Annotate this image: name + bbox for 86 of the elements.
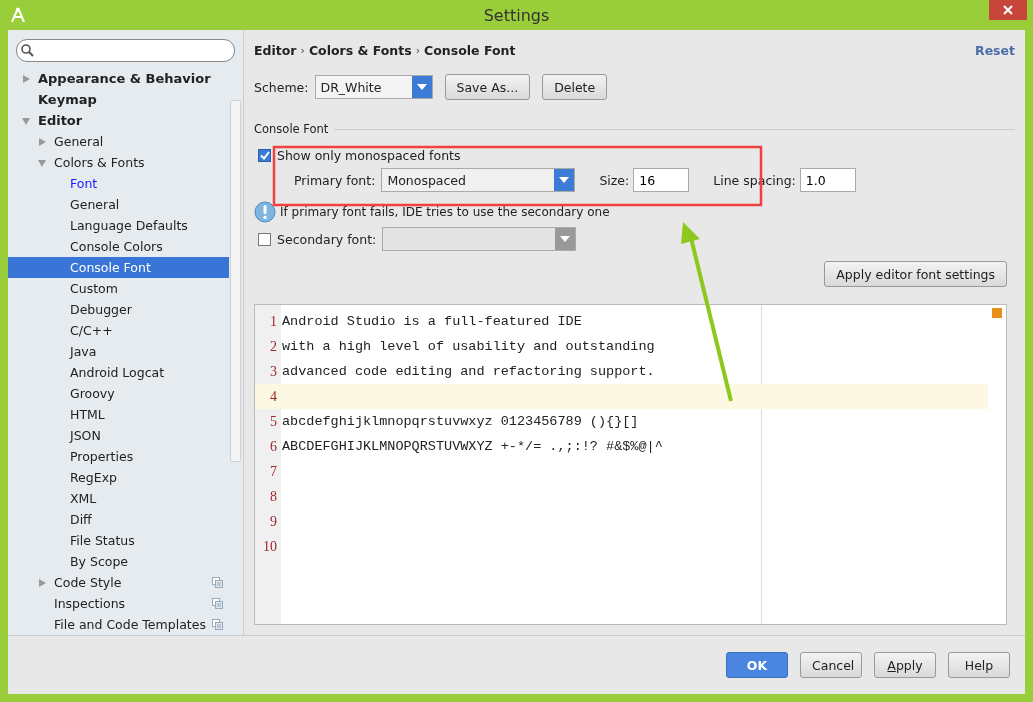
tree-item[interactable]: Custom [8,278,229,299]
expanded-arrow-icon[interactable] [38,158,46,167]
collapsed-arrow-icon[interactable] [38,137,46,146]
line-number: 4 [269,388,278,405]
size-label: Size: [599,172,630,188]
ok-button[interactable]: OK [726,652,788,678]
breadcrumb-item: Colors & Fonts [308,42,412,58]
secondary-font-label: Secondary font: [277,231,377,247]
scheme-dropdown[interactable]: DR_White [314,75,433,99]
tree-item[interactable]: C/C++ [8,320,229,341]
scheme-button[interactable]: Delete [542,74,608,100]
line-number: 7 [269,463,278,480]
expanded-arrow-icon[interactable] [22,116,30,125]
dropdown-arrow-icon [416,84,427,90]
checkbox[interactable] [258,232,271,246]
dialog-button[interactable]: Help [948,652,1010,678]
tree-item[interactable]: Android Logcat [8,362,229,383]
line-number: 3 [269,363,278,380]
code-line: abcdefghijklmnopqrstuvwxyz 0123456789 (){}[] [281,414,639,429]
search-icon [21,44,34,57]
code-line: advanced code editing and refactoring support. [281,364,655,379]
tree-item[interactable]: Font [8,173,229,194]
app-icon [10,7,26,23]
tree-item[interactable]: Editor [8,110,229,131]
code-line: with a high level of usability and outstanding [281,339,655,354]
scrollbar[interactable] [230,100,241,462]
tree-item[interactable]: File and Code Templates [8,614,229,635]
checkbox-label: Show only monospaced fonts [277,148,461,163]
primary-font-label: Primary font: [294,172,376,188]
tree-item[interactable]: JSON [8,425,229,446]
tree-item[interactable]: Java [8,341,229,362]
dialog-button[interactable]: Cancel [800,652,862,678]
line-number: 6 [269,438,278,455]
tree-item[interactable]: Debugger [8,299,229,320]
tree-item[interactable]: By Scope [8,551,229,572]
reset-link[interactable]: Reset [975,42,1015,58]
dropdown-arrow-icon [559,177,570,183]
collapsed-arrow-icon[interactable] [22,74,30,83]
primary-font-dropdown[interactable]: Monospaced [381,168,576,192]
window-title: Settings [483,5,550,25]
tree-item[interactable]: Diff [8,509,229,530]
tree-item[interactable]: Code Style [8,572,229,593]
line-number: 8 [269,488,278,505]
info-text: If primary font fails, IDE tries to use the secondary one [280,205,610,219]
close-icon [1003,5,1013,15]
code-line: Android Studio is a full-featured IDE [281,314,582,329]
line-number: 9 [269,513,278,530]
tree-item[interactable]: Language Defaults [8,215,229,236]
breadcrumb-item: Console Font [424,42,516,58]
info-icon [254,201,276,223]
tree-item[interactable]: Appearance & Behavior [8,68,229,89]
tree-item[interactable]: RegExp [8,467,229,488]
tree-item[interactable]: General [8,131,229,152]
close-button[interactable] [989,0,1027,20]
tree-item[interactable]: General [8,194,229,215]
line-number: 2 [269,338,278,355]
dialog-button[interactable]: Apply [874,652,936,678]
tree-item[interactable]: Console Colors [8,236,229,257]
breadcrumb-item: Editor [254,42,297,58]
breadcrumb-separator: › [300,43,305,57]
collapsed-arrow-icon[interactable] [38,578,46,587]
tree-item[interactable]: Console Font [8,257,229,278]
search-field[interactable] [16,39,235,62]
scheme-button[interactable]: Save As... [444,74,531,100]
tree-item[interactable]: Keymap [8,89,229,110]
line-spacing-field[interactable]: 1.0 [799,168,856,192]
status-marker-icon [992,308,1002,318]
apply-editor-font-button[interactable]: Apply editor font settings [824,261,1007,287]
scheme-label: Scheme: [254,79,309,95]
checkbox[interactable] [258,149,271,162]
dropdown-arrow-icon [560,236,571,242]
tree-item[interactable]: File Status [8,530,229,551]
secondary-font-dropdown[interactable] [382,227,577,251]
tree-item[interactable]: HTML [8,404,229,425]
tree-item[interactable]: Colors & Fonts [8,152,229,173]
size-field[interactable]: 16 [633,168,690,192]
line-number: 1 [269,313,278,330]
code-line: ABCDEFGHIJKLMNOPQRSTUVWXYZ +-*/= .,;:!? #&$%@|^ [281,439,663,454]
breadcrumb-separator: › [415,43,421,57]
line-number: 5 [269,413,278,430]
tree-item[interactable]: XML [8,488,229,509]
line-number: 10 [262,538,278,555]
section-title: Console Font [254,122,329,136]
tree-item[interactable]: Inspections [8,593,229,614]
tree-item[interactable]: Groovy [8,383,229,404]
tree-item[interactable]: Properties [8,446,229,467]
